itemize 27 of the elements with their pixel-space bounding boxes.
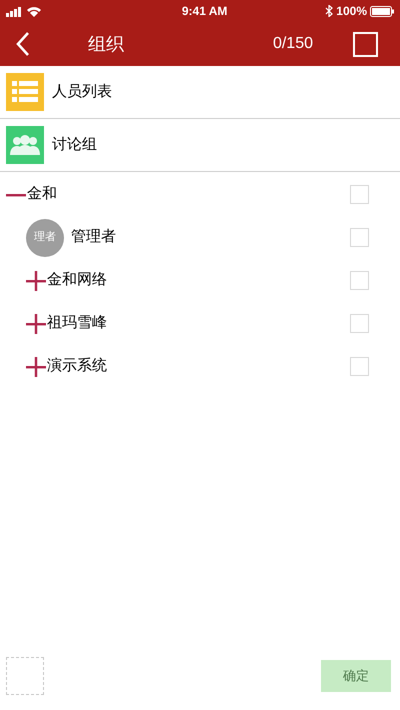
tree-item-label[interactable]: 管理者 bbox=[71, 226, 116, 249]
entry-label[interactable]: 讨论组 bbox=[52, 134, 97, 156]
battery-icon bbox=[370, 6, 394, 16]
checkbox[interactable] bbox=[350, 271, 369, 290]
selected-count: 0/150 bbox=[272, 34, 313, 54]
select-all-checkbox[interactable] bbox=[353, 32, 378, 56]
page-title: 组织 bbox=[88, 32, 124, 56]
plus-icon[interactable] bbox=[26, 270, 46, 290]
tree-item-label[interactable]: 金和 bbox=[27, 183, 57, 206]
checkbox[interactable] bbox=[350, 357, 369, 376]
list-icon bbox=[6, 73, 44, 111]
entry-label[interactable]: 人员列表 bbox=[52, 80, 112, 104]
signal-wifi-icon bbox=[6, 6, 44, 16]
tree-item-label[interactable]: 金和网络 bbox=[47, 269, 107, 292]
tree-item-label[interactable]: 祖玛雪峰 bbox=[47, 312, 107, 335]
checkbox[interactable] bbox=[350, 228, 369, 247]
battery-percent: 100% bbox=[336, 3, 367, 20]
plus-icon[interactable] bbox=[26, 314, 46, 334]
status-time: 9:41 AM bbox=[182, 3, 228, 20]
checkbox[interactable] bbox=[350, 185, 369, 204]
people-icon bbox=[6, 126, 44, 164]
checkbox[interactable] bbox=[350, 314, 369, 333]
bluetooth-icon bbox=[325, 5, 334, 17]
plus-icon[interactable] bbox=[26, 356, 46, 376]
avatar: 理者 bbox=[26, 218, 64, 256]
tree-item-label[interactable]: 演示系统 bbox=[47, 355, 107, 378]
selection-placeholder bbox=[6, 657, 44, 695]
